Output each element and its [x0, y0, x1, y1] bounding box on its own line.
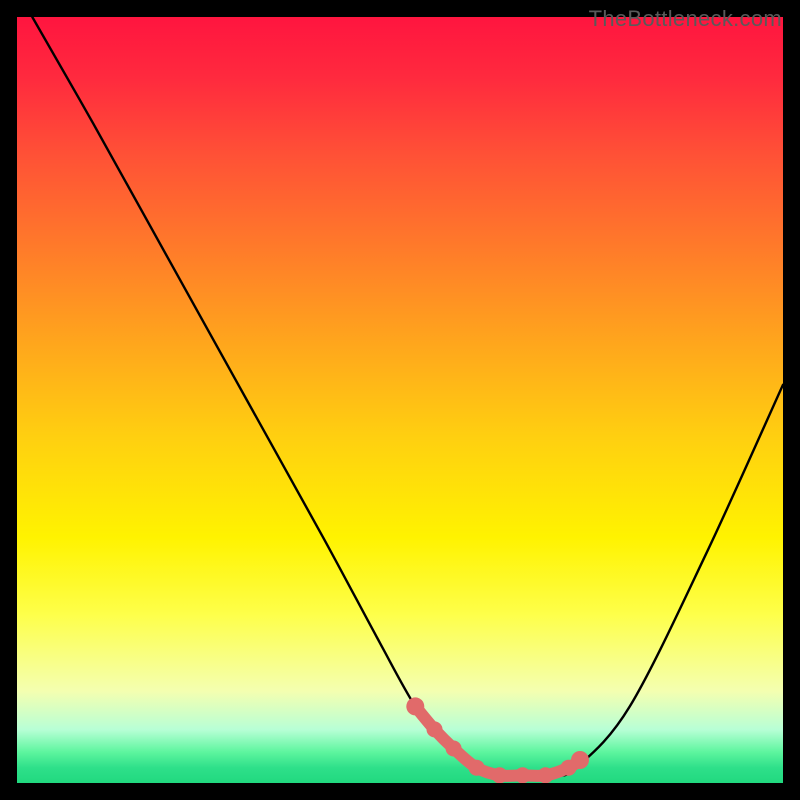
marker-dot — [446, 741, 462, 757]
plot-area — [17, 17, 783, 783]
chart-svg — [17, 17, 783, 783]
marker-dot — [406, 697, 424, 715]
highlight-markers — [406, 697, 589, 783]
marker-dot — [515, 767, 531, 783]
marker-dot — [427, 721, 443, 737]
marker-dot — [469, 760, 485, 776]
marker-dot — [571, 751, 589, 769]
bottleneck-curve — [32, 17, 783, 776]
marker-dot — [538, 767, 554, 783]
watermark-text: TheBottleneck.com — [589, 6, 782, 32]
marker-connector — [415, 706, 580, 775]
marker-dot — [492, 767, 508, 783]
